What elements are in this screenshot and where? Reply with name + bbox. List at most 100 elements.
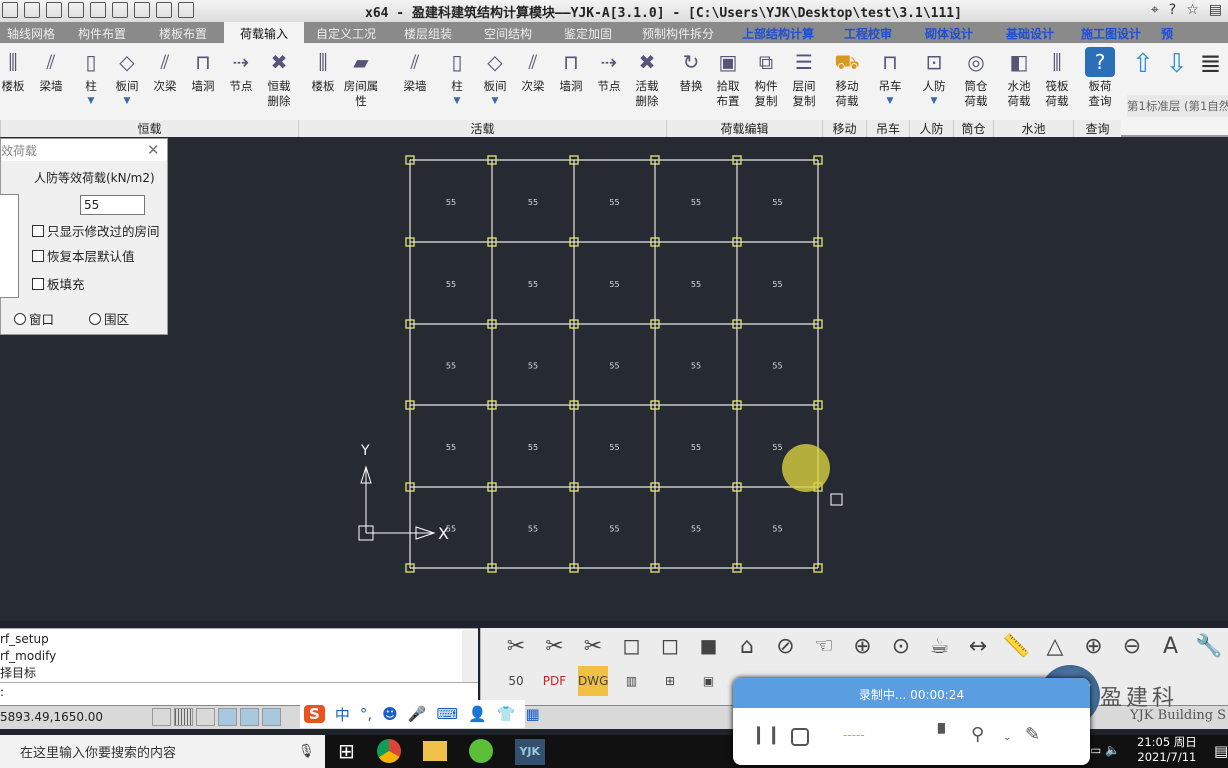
command-window[interactable]: rf_setup rf_modify 择目标 : — [0, 628, 478, 705]
dropdown-arrow-icon[interactable]: ▼ — [108, 94, 146, 109]
house-icon[interactable]: ⌂ — [732, 632, 762, 662]
text-icon[interactable]: A — [1156, 632, 1186, 662]
checkbox-slab-fill[interactable]: 板填充 — [32, 274, 85, 293]
save-as-icon[interactable] — [46, 2, 62, 18]
panel-icon[interactable]: ▤ — [1209, 2, 1222, 18]
cut-icon[interactable]: ✂ — [578, 632, 608, 662]
measure-icon[interactable]: ↔ — [963, 632, 993, 662]
zoom-window-icon[interactable]: ⊙ — [886, 632, 916, 662]
ime-item[interactable]: 🎤 — [408, 705, 427, 723]
box-icon[interactable]: ◻ — [655, 632, 685, 662]
file-explorer-icon[interactable] — [422, 741, 447, 761]
ribbon-button-6[interactable]: ⇢ 节点 — [222, 47, 260, 94]
layer-select[interactable]: 第1标准层 (第1自然层) — [1127, 95, 1228, 117]
close-icon[interactable]: ✕ — [147, 141, 160, 159]
drawing-canvas[interactable]: 55 55 55 55 55 55 55 55 55 55 55 55 55 55 55 55 55 55 55 55… — [0, 137, 1228, 621]
yjk-app-icon[interactable]: YJK — [514, 739, 545, 765]
dropdown-arrow-icon[interactable]: ▼ — [438, 94, 476, 109]
checkbox-modified-only[interactable]: 只显示修改过的房间 — [32, 221, 160, 240]
ime-item[interactable]: 👤 — [468, 705, 487, 723]
scale-icon[interactable]: 50 — [501, 666, 531, 696]
layer-down-icon[interactable]: ⇩ — [1166, 49, 1188, 79]
star-icon[interactable]: ☆ — [1186, 2, 1199, 18]
ribbon-button-9[interactable]: ▰ 房间属性 — [342, 47, 380, 109]
ribbon-button-25[interactable]: ◧ 水池 荷载 — [1000, 47, 1038, 109]
cut-icon[interactable]: ✂ — [540, 632, 570, 662]
layer-up-icon[interactable]: ⇧ — [1132, 49, 1154, 79]
ribbon-button-11[interactable]: ▯ 柱 ▼ — [438, 47, 476, 109]
task-view-icon[interactable]: ⊞ — [338, 739, 355, 765]
teapot-icon[interactable]: ☕ — [925, 632, 955, 662]
tab-0[interactable]: 轴线网格 — [0, 22, 62, 43]
notification-icon[interactable]: ▤ — [1214, 742, 1228, 760]
pause-icon[interactable]: ❙❙ — [751, 724, 781, 745]
mic-icon[interactable]: 🎙 — [298, 744, 315, 759]
export-icon[interactable] — [156, 2, 172, 18]
browser-icon[interactable] — [468, 739, 493, 763]
tab-9[interactable]: 上部结构计算 — [728, 22, 828, 43]
satellite-icon[interactable]: ⌖ — [1151, 2, 1159, 18]
pencil-icon[interactable]: ✎ — [1025, 724, 1040, 745]
close-window-icon[interactable]: ▣ — [694, 666, 724, 696]
ribbon-button-16[interactable]: ✖ 活载 删除 — [628, 47, 666, 109]
ime-item[interactable]: 中 — [335, 704, 350, 725]
grid-dots-toggle[interactable] — [152, 708, 171, 726]
tray-icons[interactable]: ▭ 🔈 — [1090, 743, 1120, 757]
wrench-icon[interactable]: 🔧 — [1194, 632, 1224, 662]
ribbon-button-0[interactable]: ⫼ 楼板 — [0, 47, 32, 94]
ribbon-button-4[interactable]: ⫽ 次梁 — [146, 47, 184, 94]
camera-position-icon[interactable]: ▘ — [938, 724, 952, 745]
radio-window[interactable]: 窗口 — [14, 309, 54, 328]
tab-3[interactable]: 荷载输入 — [224, 22, 304, 43]
ribbon-button-3[interactable]: ◇ 板间 ▼ — [108, 47, 146, 109]
ribbon-button-10[interactable]: ⫽ 梁墙 — [396, 47, 434, 94]
tab-14[interactable]: 预 — [1152, 22, 1182, 43]
ribbon-button-14[interactable]: ⊓ 墙洞 — [552, 47, 590, 94]
tab-7[interactable]: 鉴定加固 — [548, 22, 628, 43]
osnap-toggle[interactable] — [240, 708, 259, 726]
box-icon[interactable]: ◻ — [617, 632, 647, 662]
box-icon[interactable]: ◼ — [694, 632, 724, 662]
chevron-down-icon[interactable]: ⌄ — [1003, 732, 1011, 743]
ribbon-button-8[interactable]: ⫼ 楼板 — [304, 47, 342, 94]
ribbon-button-18[interactable]: ▣ 拾取 布置 — [709, 47, 747, 109]
angle-toggle[interactable] — [262, 708, 281, 726]
building-icon[interactable]: ▥ — [617, 666, 647, 696]
print-icon[interactable] — [112, 2, 128, 18]
dwg-icon[interactable]: DWG — [578, 666, 608, 696]
chrome-icon[interactable] — [376, 739, 401, 763]
ortho-toggle[interactable] — [196, 708, 215, 726]
tab-4[interactable]: 自定义工况 — [304, 22, 388, 43]
save-icon[interactable] — [24, 2, 40, 18]
ribbon-button-20[interactable]: ☰ 层间 复制 — [785, 47, 823, 109]
ribbon-button-2[interactable]: ▯ 柱 ▼ — [72, 47, 110, 109]
ribbon-button-17[interactable]: ↻ 替换 — [672, 47, 710, 94]
angle-icon[interactable]: △ — [1040, 632, 1070, 662]
zoom-in-icon[interactable]: ⊕ — [1079, 632, 1109, 662]
ribbon-button-26[interactable]: ⫼ 筏板 荷载 — [1038, 47, 1076, 109]
tab-1[interactable]: 构件布置 — [62, 22, 142, 43]
pan-icon[interactable]: ☜ — [809, 632, 839, 662]
pdf-icon[interactable]: PDF — [540, 666, 570, 696]
tab-10[interactable]: 工程校审 — [828, 22, 908, 43]
dropdown-arrow-icon[interactable]: ▼ — [915, 94, 953, 109]
ime-item[interactable]: °, — [360, 705, 372, 723]
tab-12[interactable]: 基础设计 — [990, 22, 1070, 43]
ribbon-button-5[interactable]: ⊓ 墙洞 — [184, 47, 222, 94]
undo-icon[interactable] — [68, 2, 84, 18]
dropdown-arrow-icon[interactable]: ▼ — [871, 94, 909, 109]
ribbon-button-24[interactable]: ◎ 筒仓 荷载 — [957, 47, 995, 109]
dropdown-arrow-icon[interactable]: ▼ — [476, 94, 514, 109]
help-icon[interactable]: ? — [1169, 2, 1176, 18]
ribbon-button-21[interactable]: ⛟ 移动 荷载 — [828, 47, 866, 109]
import-icon[interactable] — [134, 2, 150, 18]
orbit-icon[interactable]: ⊘ — [771, 632, 801, 662]
command-scrollbar[interactable] — [462, 630, 478, 682]
tab-11[interactable]: 砌体设计 — [908, 22, 990, 43]
ime-item[interactable]: 👕 — [497, 705, 516, 723]
ime-item[interactable]: ▦ — [525, 705, 539, 723]
grid-toggle[interactable] — [174, 708, 193, 726]
polar-toggle[interactable] — [218, 708, 237, 726]
ribbon-button-27[interactable]: ? 板荷 查询 — [1081, 47, 1119, 109]
stop-icon[interactable] — [791, 728, 809, 746]
